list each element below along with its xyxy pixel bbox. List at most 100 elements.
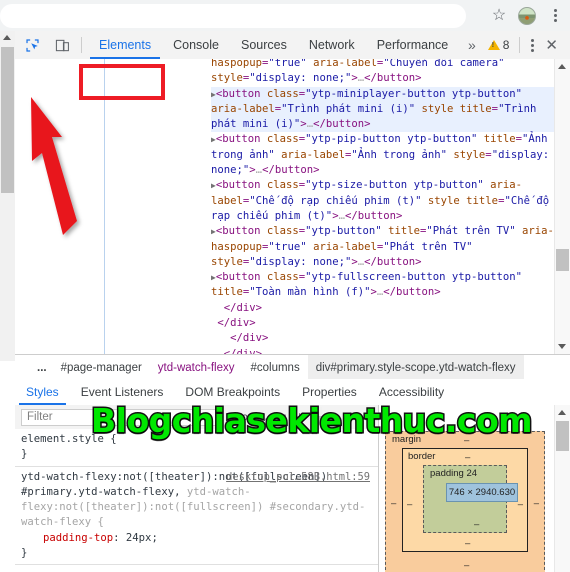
dom-tree-line[interactable]: ▶<button class="ytp-size-button ytp-butt…: [211, 178, 559, 224]
dom-tree-line[interactable]: ▶<button class="ytp-miniplayer-button yt…: [211, 86, 559, 133]
close-icon[interactable]: ✕: [539, 38, 564, 53]
toolbar-divider: [81, 37, 82, 53]
tab-console-label: Console: [173, 38, 219, 52]
css-rule[interactable]: element.style {}: [15, 429, 378, 467]
css-rule-close-brace: }: [21, 547, 28, 560]
breadcrumb-item[interactable]: #columns: [242, 355, 307, 380]
page-scrollbar[interactable]: [0, 31, 16, 361]
css-declaration[interactable]: padding-top: 24px;: [21, 531, 378, 546]
box-model-panel: margin – – – – border – – – – padding 24…: [378, 405, 556, 572]
avatar[interactable]: [514, 3, 540, 29]
devtools-tab-list: Elements Console Sources Network Perform…: [88, 31, 459, 59]
box-model-margin[interactable]: margin – – – – border – – – – padding 24…: [385, 431, 545, 572]
scroll-up-arrow-icon[interactable]: [558, 410, 566, 415]
box-model-border-left[interactable]: –: [407, 499, 412, 510]
tab-sources-label: Sources: [240, 38, 287, 52]
dom-indent-guide: [104, 59, 105, 354]
kebab-menu-icon[interactable]: [542, 3, 568, 29]
scroll-down-arrow-icon[interactable]: [558, 344, 566, 349]
box-model-margin-label: margin: [392, 434, 422, 445]
dom-tree-line[interactable]: </div>: [211, 331, 559, 346]
dom-tree-line[interactable]: haspopup="true" aria-label="Chuyển đổi c…: [211, 59, 559, 87]
cls-toggle[interactable]: .cls: [263, 412, 287, 423]
dom-tree-line[interactable]: ▶<button class="ytp-pip-button ytp-butto…: [211, 132, 559, 178]
screenshot-root: ☆ Elements Console Sources Network Perfo…: [0, 0, 570, 572]
styles-toolbar-scroll-thumb[interactable]: [310, 416, 322, 425]
tab-accessibility-label: Accessibility: [378, 385, 445, 399]
box-model-border[interactable]: border – – – – padding 24 24 – 746 × 294…: [402, 448, 528, 552]
dom-tree-line[interactable]: ▶<button class="ytp-button" title="Phát …: [211, 224, 559, 270]
breadcrumb-item[interactable]: #page-manager: [53, 355, 150, 380]
tab-accessibility[interactable]: Accessibility: [368, 379, 455, 405]
more-tabs-icon[interactable]: »: [460, 37, 484, 53]
warning-triangle-icon: [487, 40, 500, 50]
sidebar-tab-list: Styles Event Listeners DOM Breakpoints P…: [15, 379, 570, 406]
box-model-border-top[interactable]: –: [465, 452, 470, 463]
hov-toggle[interactable]: :hov: [230, 412, 254, 423]
tab-dom-breakpoints-label: DOM Breakpoints: [185, 385, 281, 399]
tab-dom-breakpoints[interactable]: DOM Breakpoints: [174, 379, 291, 405]
dom-tree-scrollbar[interactable]: [554, 59, 570, 354]
box-model-scroll-thumb[interactable]: [556, 421, 569, 451]
styles-filter-input[interactable]: Filter: [21, 408, 221, 426]
breadcrumb: ... #page-manager ytd-watch-flexy #columns d…: [15, 354, 570, 381]
box-model-border-label: border: [408, 451, 436, 462]
dom-tree-code: haspopup="true" aria-label="Chuyển đổi c…: [211, 59, 559, 354]
more-options-icon[interactable]: [526, 38, 539, 52]
box-model-padding[interactable]: padding 24 24 – 746 × 2940.630: [423, 465, 518, 533]
css-rule[interactable]: desktop_pol…58B.html:59 ytd-watch-flexy:n…: [15, 467, 378, 566]
styles-rules-panel[interactable]: element.style {} desktop_pol…58B.html:59 y…: [15, 429, 378, 572]
page-scrollbar-thumb[interactable]: [1, 47, 14, 193]
tab-network-label: Network: [308, 38, 355, 52]
tab-performance-label: Performance: [376, 38, 449, 52]
tab-styles-label: Styles: [26, 385, 59, 399]
tab-event-listeners-label: Event Listeners: [80, 385, 164, 399]
scroll-up-arrow-icon[interactable]: [312, 409, 319, 413]
tab-sources[interactable]: Sources: [230, 31, 298, 59]
omnibox-area[interactable]: [0, 4, 466, 28]
box-model-border-bottom[interactable]: –: [465, 538, 470, 549]
box-model-content[interactable]: 746 × 2940.630: [446, 483, 518, 502]
box-model-scrollbar[interactable]: [554, 405, 570, 572]
css-rule-source-link[interactable]: desktop_pol…58B.html:59: [226, 470, 370, 485]
box-model-margin-top[interactable]: –: [464, 435, 469, 446]
box-model-padding-bottom[interactable]: –: [474, 519, 479, 530]
styles-toolbar-scrollbar[interactable]: [310, 407, 322, 427]
box-model-border-right[interactable]: –: [518, 499, 523, 510]
styles-filter-placeholder: Filter: [27, 411, 53, 423]
tab-network[interactable]: Network: [298, 31, 366, 59]
plus-icon[interactable]: +: [295, 410, 304, 425]
styles-toolbar: Filter :hov .cls +: [15, 405, 378, 430]
tab-properties[interactable]: Properties: [291, 379, 368, 405]
breadcrumb-item[interactable]: ytd-watch-flexy: [150, 355, 243, 380]
devtools-toolbar: Elements Console Sources Network Perform…: [15, 31, 570, 60]
tab-elements-label: Elements: [99, 38, 152, 52]
bookmark-star-icon[interactable]: ☆: [486, 3, 512, 29]
tab-console[interactable]: Console: [162, 31, 230, 59]
tab-styles[interactable]: Styles: [15, 379, 70, 405]
inspect-element-icon[interactable]: [19, 32, 45, 58]
css-rule-close-brace: }: [21, 448, 28, 461]
dom-tree-line[interactable]: ▶<button class="ytp-fullscreen-button yt…: [211, 270, 559, 301]
css-selector[interactable]: element.style {: [21, 432, 378, 447]
box-model-margin-right[interactable]: –: [534, 498, 539, 509]
tab-elements[interactable]: Elements: [88, 31, 162, 59]
dom-tree-line[interactable]: </div>: [211, 316, 559, 331]
dom-tree-line[interactable]: </div>: [211, 347, 559, 354]
dom-tree-line[interactable]: </div>: [211, 301, 559, 316]
scroll-up-arrow-icon[interactable]: [3, 35, 11, 40]
dom-tree-panel[interactable]: haspopup="true" aria-label="Chuyển đổi c…: [15, 59, 570, 354]
tab-performance[interactable]: Performance: [366, 31, 460, 59]
box-model-padding-label: padding 24: [430, 468, 478, 479]
breadcrumb-item[interactable]: div#primary.style-scope.ytd-watch-flexy: [307, 355, 524, 380]
tab-event-listeners[interactable]: Event Listeners: [70, 379, 175, 405]
breadcrumb-item[interactable]: ...: [15, 355, 53, 380]
tab-properties-label: Properties: [302, 385, 357, 399]
box-model-margin-bottom[interactable]: –: [464, 560, 469, 571]
warning-indicator[interactable]: 8: [484, 38, 514, 52]
device-toolbar-icon[interactable]: [49, 32, 75, 58]
box-model-margin-left[interactable]: –: [391, 498, 396, 509]
scroll-up-arrow-icon[interactable]: [558, 64, 566, 69]
devtools-window: Elements Console Sources Network Perform…: [0, 31, 570, 572]
dom-scrollbar-thumb[interactable]: [556, 249, 569, 271]
